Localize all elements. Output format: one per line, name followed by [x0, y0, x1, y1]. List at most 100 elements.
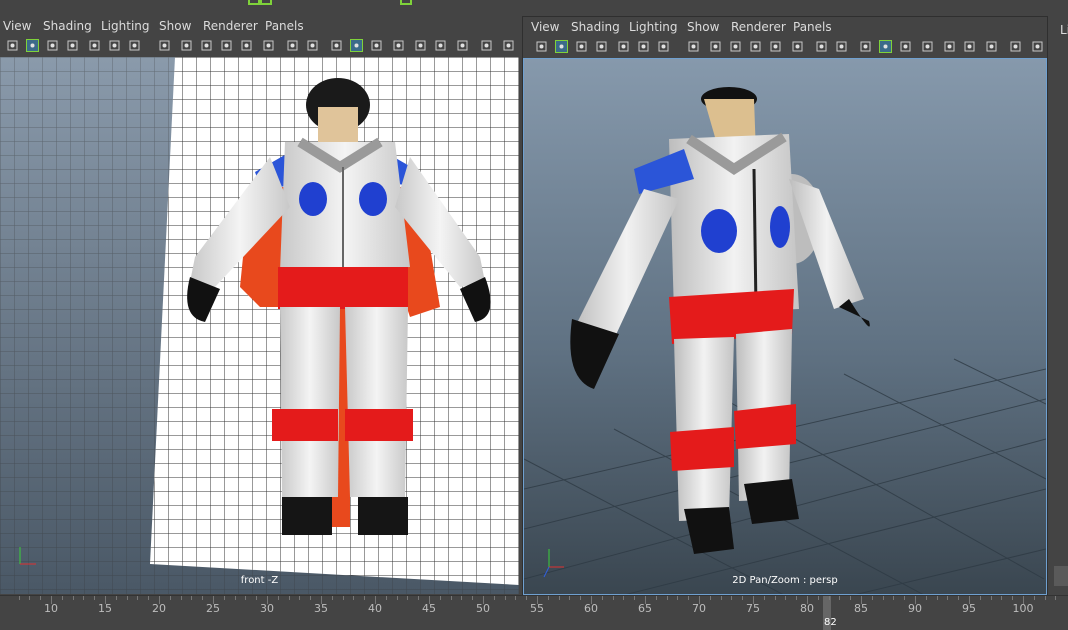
timeline-tick	[688, 596, 690, 600]
timeline-tick	[288, 596, 290, 600]
smooth-shade-icon[interactable]	[1031, 40, 1044, 53]
timeline-tick	[526, 596, 528, 600]
timeline-tick	[979, 596, 981, 600]
lighting-icon[interactable]	[749, 40, 762, 53]
image-plane-icon[interactable]	[899, 40, 912, 53]
menu-lighting[interactable]: Lighting	[101, 19, 150, 33]
timeline-tick-label: 65	[638, 602, 652, 615]
timeline-tick-label: 10	[44, 602, 58, 615]
menu-view[interactable]: View	[531, 20, 559, 34]
smooth-shade-icon[interactable]	[502, 39, 515, 52]
timeline-tick	[893, 596, 895, 600]
timeline-tick-label: 100	[1012, 602, 1034, 615]
menu-show[interactable]: Show	[687, 20, 719, 34]
shadows-icon[interactable]	[240, 39, 253, 52]
timeline-tick	[958, 596, 960, 600]
safe-area-icon[interactable]	[158, 39, 171, 52]
camera-icon[interactable]	[306, 39, 319, 52]
wireframe-icon[interactable]	[480, 39, 493, 52]
menu-show[interactable]: Show	[159, 19, 191, 33]
film-gate-icon[interactable]	[414, 39, 427, 52]
smooth-shade-icon[interactable]	[200, 39, 213, 52]
resolution-gate-icon[interactable]	[657, 40, 670, 53]
grid-icon[interactable]	[392, 39, 405, 52]
timeline-tick	[277, 596, 279, 600]
smooth-shade-icon[interactable]	[729, 40, 742, 53]
timeline-tick-label: 75	[746, 602, 760, 615]
menu-renderer[interactable]: Renderer	[731, 20, 786, 34]
lighting-icon[interactable]	[220, 39, 233, 52]
perspective-viewport[interactable]: 2D Pan/Zoom : persp	[523, 58, 1047, 595]
shadows-icon[interactable]	[769, 40, 782, 53]
camera-icon[interactable]	[6, 39, 19, 52]
timeline-tick	[223, 596, 225, 600]
camera-icon[interactable]	[535, 40, 548, 53]
wireframe-icon[interactable]	[1009, 40, 1022, 53]
timeline-tick	[83, 596, 85, 600]
timeline-tick	[850, 596, 852, 600]
timeline-tick	[310, 596, 312, 600]
timeline-tick	[731, 596, 733, 600]
select-camera-icon[interactable]	[330, 39, 343, 52]
timeline-tick-label: 40	[368, 602, 382, 615]
timeline-tick	[1055, 596, 1057, 600]
film-gate-icon[interactable]	[108, 39, 121, 52]
film-gate-icon[interactable]	[637, 40, 650, 53]
front-viewport[interactable]: front -Z	[0, 57, 519, 594]
menu-renderer[interactable]: Renderer	[203, 19, 258, 33]
timeline-tick	[191, 596, 193, 600]
isolate-icon[interactable]	[791, 40, 804, 53]
timeline-tick	[785, 596, 787, 600]
bookmark-icon[interactable]	[350, 39, 363, 52]
wireframe-icon[interactable]	[709, 40, 722, 53]
menu-panels[interactable]: Panels	[793, 20, 832, 34]
resolution-gate-icon[interactable]	[128, 39, 141, 52]
resolution-gate-icon[interactable]	[963, 40, 976, 53]
side-panel-label[interactable]: Li	[1060, 23, 1068, 37]
timeline-tick	[774, 596, 776, 600]
menu-lighting[interactable]: Lighting	[629, 20, 678, 34]
image-plane-icon[interactable]	[595, 40, 608, 53]
isolate-icon[interactable]	[262, 39, 275, 52]
menu-shading[interactable]: Shading	[43, 19, 92, 33]
image-plane-icon[interactable]	[66, 39, 79, 52]
time-slider[interactable]: 82 10 15 20 25 30 35 40 45 50 55 60 65 70 75 80 85 90 95 1…	[0, 595, 1068, 630]
resolution-gate-icon[interactable]	[434, 39, 447, 52]
select-camera-icon[interactable]	[26, 39, 39, 52]
timeline-tick	[202, 596, 204, 600]
timeline-tick	[407, 596, 409, 600]
timeline-tick-label: 60	[584, 602, 598, 615]
xray-icon[interactable]	[286, 39, 299, 52]
grid-icon[interactable]	[921, 40, 934, 53]
timeline-tick	[72, 596, 74, 600]
timeline-tick	[547, 596, 549, 600]
grid-icon[interactable]	[88, 39, 101, 52]
image-plane-icon[interactable]	[370, 39, 383, 52]
menu-view[interactable]: View	[3, 19, 31, 33]
wireframe-icon[interactable]	[180, 39, 193, 52]
xray-icon[interactable]	[815, 40, 828, 53]
safe-area-icon[interactable]	[687, 40, 700, 53]
menu-shading[interactable]: Shading	[571, 20, 620, 34]
timeline-tick-label: 15	[98, 602, 112, 615]
bookmark-icon[interactable]	[879, 40, 892, 53]
menu-panels[interactable]: Panels	[265, 19, 304, 33]
bookmark-icon[interactable]	[46, 39, 59, 52]
timeline-tick	[439, 596, 441, 600]
select-camera-icon[interactable]	[555, 40, 568, 53]
camera-icon[interactable]	[835, 40, 848, 53]
timeline-tick-label: 80	[800, 602, 814, 615]
film-gate-icon[interactable]	[943, 40, 956, 53]
right-viewport-panel: View Shading Lighting Show Renderer Pane…	[522, 16, 1048, 596]
select-camera-icon[interactable]	[859, 40, 872, 53]
side-scrollbar[interactable]	[1054, 566, 1068, 586]
safe-area-icon[interactable]	[985, 40, 998, 53]
left-panel-toolbar	[0, 36, 519, 56]
grid-icon[interactable]	[617, 40, 630, 53]
timeline-tick	[504, 596, 506, 600]
timeline-tick	[666, 596, 668, 600]
timeline-tick-label: 25	[206, 602, 220, 615]
bookmark-icon[interactable]	[575, 40, 588, 53]
timeline-tick	[677, 596, 679, 600]
safe-area-icon[interactable]	[456, 39, 469, 52]
